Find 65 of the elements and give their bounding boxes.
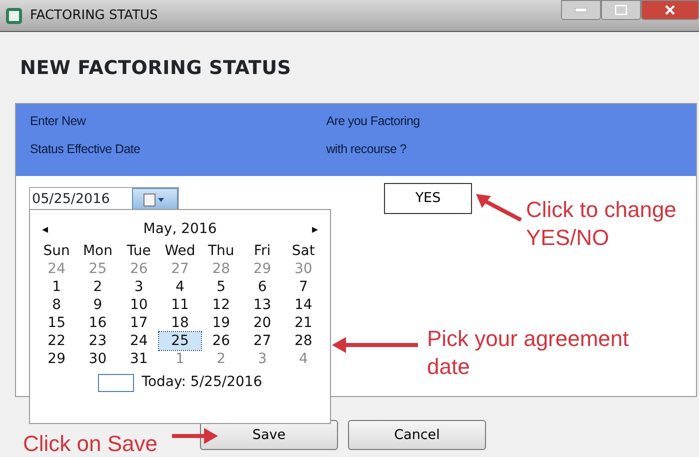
calendar-day[interactable]: 29 xyxy=(36,350,78,368)
calendar-day[interactable]: 1 xyxy=(36,278,78,296)
annotation-text: Pick your agreement date xyxy=(427,325,629,381)
column-header: Are you Factoring xyxy=(326,112,420,130)
calendar-dropdown-button[interactable] xyxy=(132,188,178,212)
maximize-icon xyxy=(615,5,627,15)
calendar-day[interactable]: 25 xyxy=(159,332,201,350)
calendar-day[interactable]: 19 xyxy=(200,314,242,332)
weekday-label: Mon xyxy=(82,242,114,260)
calendar-day[interactable]: 14 xyxy=(282,296,324,314)
calendar-day[interactable]: 18 xyxy=(159,314,201,332)
calendar-day[interactable]: 3 xyxy=(118,278,160,296)
window-title: FACTORING STATUS xyxy=(30,6,158,25)
minimize-button[interactable] xyxy=(561,0,601,20)
toggle-button[interactable]: YES xyxy=(384,182,472,214)
column-header: with recourse ? xyxy=(326,140,408,158)
calendar-day[interactable]: 4 xyxy=(159,278,201,296)
calendar-day[interactable]: 11 xyxy=(159,296,201,314)
date-value: 05/25/2016 xyxy=(32,190,110,210)
month-title: May, 2016 xyxy=(142,220,218,238)
calendar-day[interactable]: 21 xyxy=(282,314,324,332)
annotation-text: Click to change YES/NO xyxy=(526,196,676,252)
calendar-day[interactable]: 6 xyxy=(242,278,283,296)
weekday-label: Tue xyxy=(126,242,152,260)
calendar-day[interactable]: 31 xyxy=(118,350,160,368)
calendar-day[interactable]: 24 xyxy=(118,332,160,350)
maximize-button[interactable] xyxy=(601,0,641,20)
calendar-day[interactable]: 8 xyxy=(36,296,78,314)
today-marker xyxy=(98,374,134,392)
arrow-drawing xyxy=(172,426,220,446)
calendar-day[interactable]: 26 xyxy=(200,332,242,350)
next-month-button[interactable]: ▸ xyxy=(306,220,324,238)
dialog-heading: NEW FACTORING STATUS xyxy=(20,56,292,81)
calendar-day[interactable]: 9 xyxy=(77,296,118,314)
weekday-label: Sun xyxy=(42,242,71,260)
calendar-day[interactable]: 28 xyxy=(282,332,324,350)
weekday-label: Sat xyxy=(290,242,316,260)
calendar-day[interactable]: 17 xyxy=(118,314,160,332)
cancel-button[interactable]: Cancel xyxy=(348,420,486,450)
column-header: Status Effective Date xyxy=(30,140,140,158)
minimize-icon xyxy=(575,8,587,12)
calendar-day[interactable]: 27 xyxy=(242,332,283,350)
close-icon xyxy=(664,5,676,15)
previous-month-button[interactable]: ◂ xyxy=(36,220,54,238)
calendar-day[interactable]: 20 xyxy=(242,314,283,332)
weekday-label: Fri xyxy=(252,242,272,260)
calendar-day[interactable]: 30 xyxy=(77,350,118,368)
calendar-day[interactable]: 13 xyxy=(242,296,283,314)
calendar-day[interactable]: 2 xyxy=(77,278,118,296)
app-icon xyxy=(6,8,22,24)
close-button[interactable] xyxy=(641,0,699,20)
weekday-label: Thu xyxy=(206,242,236,260)
calendar-day[interactable]: 12 xyxy=(200,296,242,314)
calendar-icon xyxy=(143,192,167,206)
calendar-day[interactable]: 10 xyxy=(118,296,160,314)
today-link[interactable]: Today: 5/25/2016 xyxy=(142,372,262,393)
weekday-label: Wed xyxy=(164,242,196,260)
annotation-text: Click on Save xyxy=(23,430,158,457)
calendar-day[interactable]: 15 xyxy=(36,314,78,332)
calendar-day[interactable]: 23 xyxy=(77,332,118,350)
calendar-day[interactable]: 22 xyxy=(36,332,78,350)
column-header: Enter New xyxy=(30,112,87,130)
calendar-day[interactable]: 7 xyxy=(282,278,324,296)
calendar-day[interactable]: 5 xyxy=(200,278,242,296)
calendar-day[interactable]: 16 xyxy=(77,314,118,332)
